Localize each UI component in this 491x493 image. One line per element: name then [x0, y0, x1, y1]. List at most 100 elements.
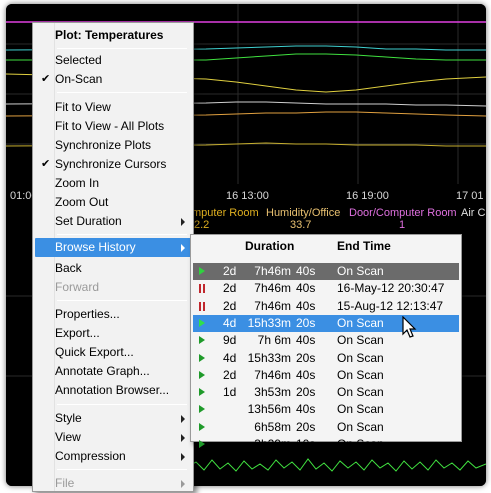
browse-history-submenu: Duration End Time 2d 7h46m 40s On Scan 2d 7h4…: [190, 234, 462, 451]
time-tick-3: 16 19:00: [346, 190, 389, 202]
end-time: 15-Aug-12 12:13:47: [337, 298, 444, 313]
end-time: On Scan: [337, 350, 384, 365]
history-row[interactable]: 2d 7h46m 40s On Scan: [193, 263, 459, 280]
history-row[interactable]: 13h56m 40s On Scan: [193, 401, 459, 418]
menu-item-label: Quick Export...: [55, 345, 134, 359]
menu-item-synchronize-cursors[interactable]: ✔ Synchronize Cursors: [35, 155, 191, 174]
submenu-arrow-icon: [181, 480, 185, 488]
legend-door-computer-room[interactable]: Door/Computer Room 1: [349, 207, 457, 231]
submenu-arrow-icon: [181, 218, 185, 226]
duration-days: 9d: [223, 333, 237, 348]
duration-days: 2d: [223, 367, 237, 382]
play-icon: [199, 370, 205, 379]
legend-label: Humidity/Office: [266, 207, 341, 219]
duration-days: 2d: [223, 264, 237, 278]
menu-separator: [57, 234, 187, 235]
menu-item-label: Forward: [55, 280, 100, 294]
menu-item-label: Synchronize Plots: [55, 138, 152, 152]
menu-item-zoom-in[interactable]: Zoom In: [35, 174, 191, 193]
end-time: On Scan: [337, 385, 384, 400]
menu-separator: [57, 300, 187, 301]
legend-air-co[interactable]: Air Co: [461, 207, 486, 219]
checkmark-icon: ✔: [41, 73, 51, 85]
legend-value: 2.2: [194, 219, 210, 231]
history-row[interactable]: 2d 7h46m 40s 15-Aug-12 12:13:47: [193, 298, 459, 315]
menu-item-label: Zoom Out: [55, 195, 109, 209]
end-time: On Scan: [337, 402, 384, 417]
duration-hours-minutes: 6h58m: [254, 419, 291, 434]
history-row[interactable]: 3h29m 10s On Scan: [193, 436, 459, 453]
legend-humidity-office[interactable]: Humidity/Office 33.7: [266, 207, 340, 231]
menu-item-label: Properties...: [55, 307, 120, 321]
history-row[interactable]: 2d 7h46m 40s On Scan: [193, 367, 459, 384]
duration-days: 2d: [223, 298, 237, 313]
duration-header: Duration: [245, 239, 295, 253]
menu-item-file[interactable]: File: [35, 474, 191, 493]
duration-hours-minutes: 7h46m: [254, 264, 291, 278]
history-row[interactable]: 4d 15h33m 20s On Scan: [193, 350, 459, 367]
menu-item-back[interactable]: Back: [35, 259, 191, 278]
menu-item-view[interactable]: View: [35, 428, 191, 447]
menu-item-fit-to-view[interactable]: Fit to View: [35, 98, 191, 117]
history-row[interactable]: 6h58m 20s On Scan: [193, 419, 459, 436]
menu-item-selected[interactable]: Selected: [35, 51, 191, 70]
duration-days: 4d: [223, 315, 237, 330]
legend-computer-room[interactable]: mputer Room 2.2: [192, 207, 259, 231]
play-icon: [199, 336, 205, 345]
menu-item-annotate-graph[interactable]: Annotate Graph...: [35, 362, 191, 381]
legend-label: Air Co: [461, 207, 486, 219]
menu-item-properties[interactable]: Properties...: [35, 305, 191, 324]
menu-item-browse-history[interactable]: Browse History: [35, 238, 191, 257]
duration-seconds: 40s: [296, 264, 316, 278]
history-row[interactable]: 2d 7h46m 40s 16-May-12 20:30:47: [193, 280, 459, 297]
menu-separator: [57, 469, 187, 470]
legend-value: 1: [399, 219, 406, 231]
play-icon: [199, 405, 205, 414]
menu-item-label: Annotation Browser...: [55, 383, 170, 397]
menu-item-label: On-Scan: [55, 72, 103, 86]
series-green-noise: [185, 458, 486, 472]
duration-seconds: 40s: [296, 333, 316, 348]
play-icon: [199, 422, 205, 431]
submenu-arrow-icon: [181, 244, 185, 252]
duration-hours-minutes: 13h56m: [247, 402, 291, 417]
menu-item-label: Zoom In: [55, 176, 100, 190]
duration-seconds: 40s: [296, 402, 316, 417]
menu-separator: [57, 404, 187, 405]
menu-item-compression[interactable]: Compression: [35, 447, 191, 466]
history-row[interactable]: 1d 3h53m 20s On Scan: [193, 384, 459, 401]
menu-item-quick-export[interactable]: Quick Export...: [35, 343, 191, 362]
menu-item-style[interactable]: Style: [35, 409, 191, 428]
menu-item-label: Back: [55, 261, 82, 275]
menu-separator: [57, 92, 187, 93]
duration-days: 2d: [223, 281, 237, 296]
menu-item-annotation-browser[interactable]: Annotation Browser...: [35, 381, 191, 400]
duration-seconds: 20s: [296, 315, 316, 330]
end-time-header: End Time: [337, 239, 391, 253]
menu-title: Plot: Temperatures: [55, 28, 164, 42]
menu-item-synchronize-plots[interactable]: Synchronize Plots: [35, 136, 191, 155]
end-time: On Scan: [337, 333, 384, 348]
menu-item-label: View: [55, 430, 81, 444]
duration-seconds: 40s: [296, 298, 316, 313]
legend-label: mputer Room: [192, 207, 259, 219]
mouse-pointer-icon: [402, 316, 417, 338]
menu-item-zoom-out[interactable]: Zoom Out: [35, 193, 191, 212]
menu-item-export[interactable]: Export...: [35, 324, 191, 343]
menu-item-label: Set Duration: [55, 214, 122, 228]
end-time: On Scan: [337, 367, 384, 382]
menu-item-set-duration[interactable]: Set Duration: [35, 212, 191, 231]
end-time: On Scan: [337, 437, 384, 451]
duration-days: 4d: [223, 350, 237, 365]
duration-hours-minutes: 7h 6m: [257, 333, 291, 348]
end-time: On Scan: [337, 315, 384, 330]
duration-hours-minutes: 3h29m: [254, 437, 291, 451]
pause-icon: [199, 284, 205, 294]
time-tick-2: 16 13:00: [226, 190, 269, 202]
menu-item-fit-to-view-all-plots[interactable]: Fit to View - All Plots: [35, 117, 191, 136]
menu-item-label: Synchronize Cursors: [55, 157, 167, 171]
duration-days: 1d: [223, 385, 237, 400]
plot-context-menu: Plot: Temperatures Selected ✔ On-Scan Fit…: [32, 22, 194, 492]
menu-item-on-scan[interactable]: ✔ On-Scan: [35, 70, 191, 89]
menu-item-forward[interactable]: Forward: [35, 278, 191, 297]
